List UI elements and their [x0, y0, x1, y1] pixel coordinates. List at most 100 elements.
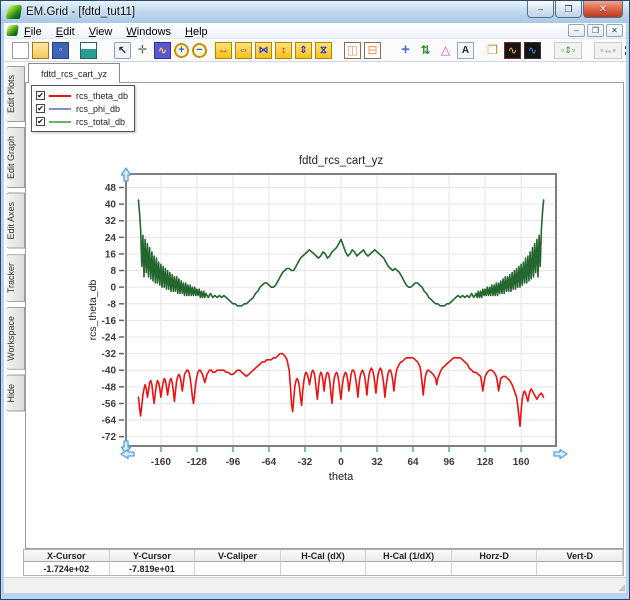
copy-plot-button[interactable]: ❐	[484, 42, 501, 59]
zoom-in-button[interactable]: +	[174, 43, 189, 58]
zoom-out-button[interactable]: −	[192, 43, 207, 58]
sidebar-tab-workspace[interactable]: Workspace	[6, 307, 25, 370]
close-button[interactable]: ✕	[583, 1, 623, 18]
toolbar-gap	[72, 42, 80, 59]
toolbar-gap	[335, 42, 344, 59]
y-tick-label: 48	[105, 183, 117, 194]
resize-grip-icon[interactable]: ◢	[618, 583, 625, 592]
legend-label: rcs_phi_db	[76, 104, 120, 114]
print-button[interactable]	[80, 42, 97, 59]
cursor-col-h-cal-dx-: H-Cal (dX)	[281, 550, 367, 562]
plot-panel: ✔ rcs_theta_db ✔ rcs_phi_db✔rcs_total_db -1…	[25, 82, 624, 549]
cursor-value-h-cal-1-dx-	[366, 562, 452, 575]
app-window: EM.Grid - [fdtd_tut11] –❐✕ File Edit View W…	[0, 0, 630, 600]
dark-plot-style-button[interactable]: ∿	[504, 42, 521, 59]
fit-x-button[interactable]: ⋈	[255, 42, 272, 59]
y-tick-label: 16	[105, 249, 117, 260]
mdi-restore-button[interactable]: ❐	[587, 24, 604, 37]
minimize-button[interactable]: –	[527, 1, 554, 18]
mdi-close-button[interactable]: ✕	[606, 24, 623, 37]
expand-y-button[interactable]: ↕	[275, 42, 292, 59]
y-tick-label: -16	[102, 316, 117, 327]
pan-hand-button[interactable]: ✛	[134, 42, 151, 59]
cursor-value-v-caliper	[195, 562, 281, 575]
mdi-window-controls: –❐✕	[566, 24, 623, 37]
expand-x-button[interactable]: ↔	[215, 42, 232, 59]
plot-canvas[interactable]: -160-128-96-64-3203264961281604840322416…	[87, 150, 569, 482]
x-tick-label: -64	[262, 457, 277, 468]
axis-handle-left-icon[interactable]	[121, 450, 134, 459]
link-y-axes-button[interactable]: ▫⇕▫	[554, 42, 582, 59]
legend-checkbox-rcs-total-db[interactable]: ✔	[36, 117, 45, 126]
legend-line-swatch	[49, 121, 71, 123]
y-tick-label: 0	[110, 283, 116, 294]
new-file-button[interactable]	[12, 42, 29, 59]
text-annotation-button[interactable]: A	[457, 42, 474, 59]
sidebar-tab-hide[interactable]: Hide	[6, 375, 25, 412]
toolbar-gap	[100, 42, 114, 59]
x-tick-label: 96	[444, 457, 456, 468]
legend-checkbox-rcs-theta-db[interactable]: ✔	[36, 91, 45, 100]
select-pointer-button[interactable]: ↖	[114, 42, 131, 59]
menu-view[interactable]: View	[89, 26, 113, 38]
mdi-minimize-button[interactable]: –	[568, 24, 585, 37]
axes-tool-button[interactable]: ⇅	[417, 42, 434, 59]
cursor-table-value-row: -1.724e+02-7.819e+01	[24, 562, 623, 575]
restore-button[interactable]: ❐	[555, 1, 582, 18]
fit-y-button[interactable]: ⧖	[315, 42, 332, 59]
menu-help[interactable]: Help	[185, 26, 208, 38]
client-area: Edit Plots Edit Graph Edit Axes Tracker Work…	[4, 62, 626, 593]
y-tick-label: -64	[102, 416, 117, 427]
dark-plot-style-2-button[interactable]: ∿	[524, 42, 541, 59]
y-axis-label: rcs_theta_db	[87, 279, 99, 340]
axis-handle-up-icon[interactable]	[122, 168, 131, 181]
sidebar-tab-edit-plots[interactable]: Edit Plots	[6, 66, 25, 122]
legend-line-swatch	[49, 95, 71, 97]
x-tick-label: 128	[477, 457, 494, 468]
cursor-value-h-cal-dx-	[281, 562, 367, 575]
x-tick-label: 160	[513, 457, 530, 468]
split-vertical-button[interactable]: ◫	[344, 42, 361, 59]
sidebar-tab-edit-axes[interactable]: Edit Axes	[6, 193, 25, 249]
plot-legend: ✔rcs_theta_db✔rcs_phi_db✔rcs_total_db	[31, 85, 135, 132]
open-file-button[interactable]	[32, 42, 49, 59]
cursor-value-y-cursor: -7.819e+01	[110, 562, 196, 575]
y-tick-label: -8	[107, 299, 116, 310]
x-tick-label: -32	[298, 457, 313, 468]
y-tick-label: -40	[102, 366, 117, 377]
legend-row-rcs-total-db: ✔rcs_total_db	[36, 115, 128, 128]
toolbar-gap	[585, 42, 594, 59]
layout-button[interactable]: Layout	[625, 45, 626, 56]
x-tick-label: -160	[151, 457, 171, 468]
crosshair-button[interactable]: +	[397, 42, 414, 59]
y-tick-label: -32	[102, 349, 117, 360]
x-tick-label: -96	[226, 457, 241, 468]
link-x-axes-button[interactable]: ▫↔▫	[594, 42, 622, 59]
x-tick-label: -128	[187, 457, 207, 468]
cursor-col-h-cal-1-dx-: H-Cal (1/dX)	[366, 550, 452, 562]
zoom-to-data-button[interactable]: ∿	[154, 42, 171, 59]
cursor-col-vert-d: Vert-D	[537, 550, 623, 562]
menu-edit[interactable]: Edit	[56, 26, 75, 38]
save-button[interactable]: ▫	[52, 42, 69, 59]
shrink-x-button[interactable]: ⇔	[235, 42, 252, 59]
split-horizontal-button[interactable]: ⊟	[364, 42, 381, 59]
shrink-y-button[interactable]: ⇕	[295, 42, 312, 59]
x-axis-label: theta	[329, 471, 354, 482]
menu-windows[interactable]: Windows	[126, 26, 171, 38]
document-tab[interactable]: fdtd_rcs_cart_yz	[28, 63, 120, 83]
toolbar: ▫↖✛∿+−↔⇔⋈↕⇕⧖◫⊟+⇅△A❐∿∿▫⇕▫▫↔▫Layout	[4, 39, 626, 62]
cursor-col-horz-d: Horz-D	[452, 550, 538, 562]
caliper-tool-button[interactable]: △	[437, 42, 454, 59]
app-logo-icon	[6, 5, 22, 19]
plot-title: fdtd_rcs_cart_yz	[299, 155, 384, 167]
title-bar[interactable]: EM.Grid - [fdtd_tut11] –❐✕	[1, 1, 629, 23]
axis-handle-right-icon[interactable]	[554, 450, 567, 459]
plot-svg[interactable]: -160-128-96-64-3203264961281604840322416…	[87, 150, 569, 482]
sidebar-tab-edit-graph[interactable]: Edit Graph	[6, 127, 25, 188]
menu-file[interactable]: File	[24, 26, 42, 38]
sidebar-tabs: Edit Plots Edit Graph Edit Axes Tracker Work…	[4, 66, 25, 416]
sidebar-tab-tracker[interactable]: Tracker	[6, 254, 25, 302]
cursor-value-vert-d	[537, 562, 623, 575]
legend-checkbox-rcs-phi-db[interactable]: ✔	[36, 104, 45, 113]
